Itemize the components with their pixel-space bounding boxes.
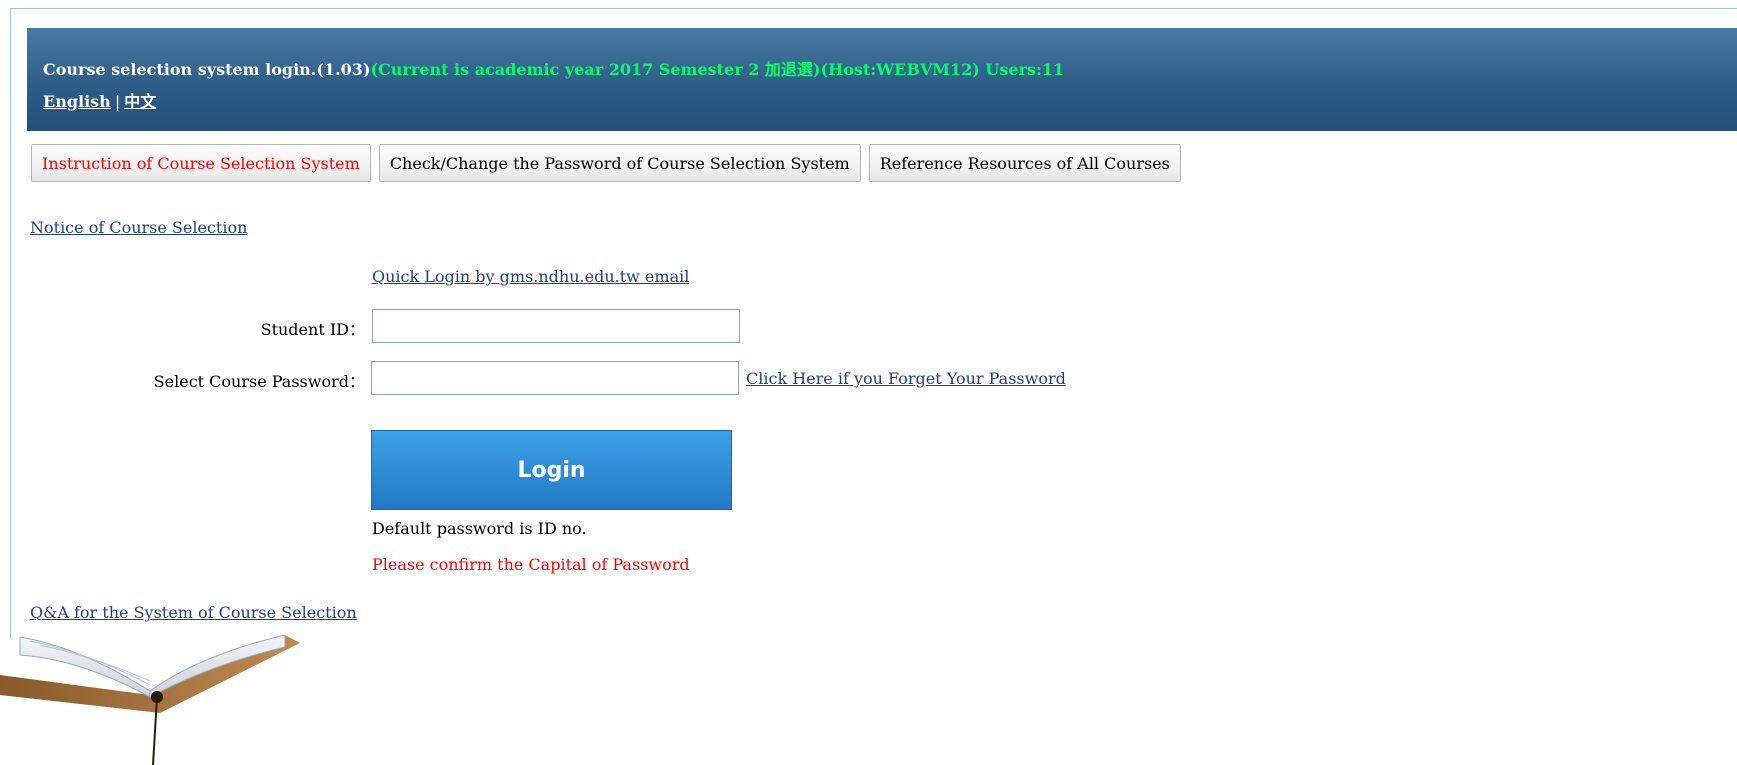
- capital-password-note: Please confirm the Capital of Password: [372, 555, 690, 574]
- lang-separator: |: [114, 92, 121, 111]
- password-label: Select Course Password：: [153, 372, 365, 391]
- system-title: Course selection system login.(1.03): [43, 60, 371, 79]
- instruction-button[interactable]: Instruction of Course Selection System: [31, 144, 371, 182]
- open-book-icon: [0, 635, 300, 765]
- password-input[interactable]: [371, 361, 739, 395]
- default-password-note: Default password is ID no.: [372, 519, 587, 538]
- lang-english-link[interactable]: English: [43, 92, 111, 111]
- student-id-label: Student ID：: [260, 320, 365, 339]
- system-status: (Current is academic year 2017 Semester …: [370, 60, 1065, 79]
- header-banner: Course selection system login.(1.03)(Cur…: [27, 28, 1737, 131]
- forgot-password-link[interactable]: Click Here if you Forget Your Password: [746, 369, 1066, 388]
- quick-login-link[interactable]: Quick Login by gms.ndhu.edu.tw email: [372, 267, 689, 286]
- change-password-button[interactable]: Check/Change the Password of Course Sele…: [378, 144, 861, 182]
- lang-chinese-link[interactable]: 中文: [124, 92, 156, 111]
- header-title-line: Course selection system login.(1.03)(Cur…: [43, 56, 1064, 80]
- login-button[interactable]: Login: [371, 430, 732, 510]
- student-id-input[interactable]: [372, 309, 740, 343]
- reference-resources-button[interactable]: Reference Resources of All Courses: [868, 144, 1181, 182]
- notice-link[interactable]: Notice of Course Selection: [30, 218, 247, 237]
- top-button-bar: Instruction of Course Selection System C…: [31, 144, 1181, 182]
- qa-link[interactable]: Q&A for the System of Course Selection: [30, 603, 357, 622]
- language-switcher: English | 中文: [43, 88, 156, 112]
